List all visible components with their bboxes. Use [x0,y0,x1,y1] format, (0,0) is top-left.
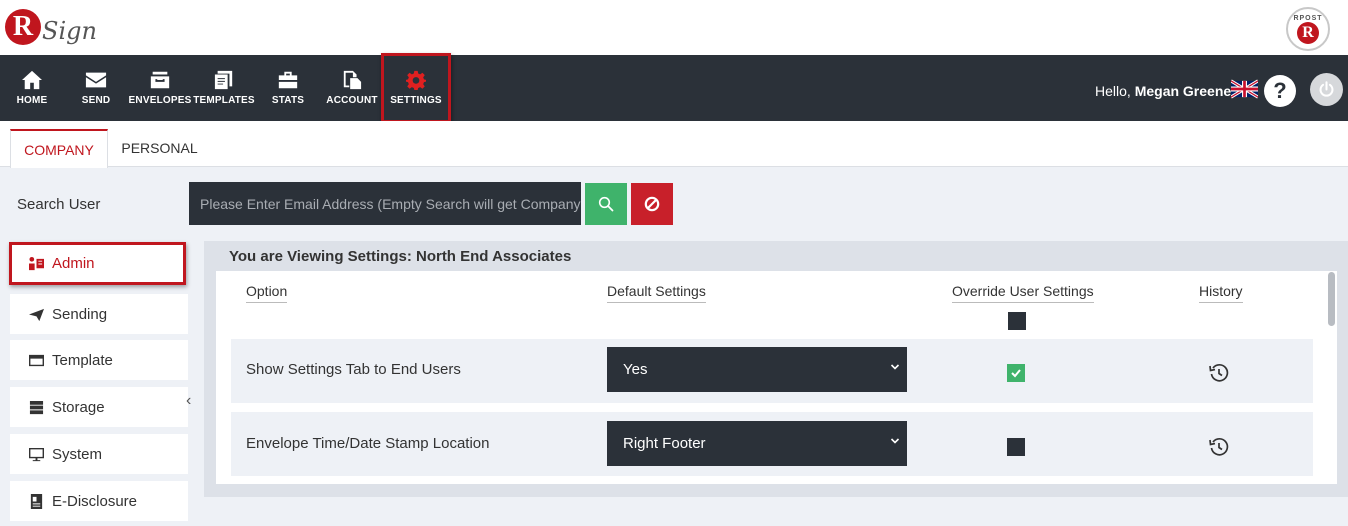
user-greeting: Hello, Megan Greene [1095,83,1231,99]
uk-flag-icon[interactable] [1231,79,1258,99]
sidebar-item-label: Storage [52,398,105,416]
envelope-icon [85,72,107,88]
nav-home[interactable]: HOME [15,55,49,121]
nav-account-label: ACCOUNT [326,95,378,106]
history-icon[interactable] [1208,362,1230,384]
gear-icon [406,70,426,90]
nav-account[interactable]: ACCOUNT [326,55,378,121]
logo-letter: R [5,9,41,45]
help-icon[interactable]: ? [1264,75,1296,107]
templates-icon [214,70,233,90]
column-header-history: History [1199,283,1243,303]
inbox-icon [150,71,170,89]
sidebar-item-template[interactable]: Template [10,340,188,380]
panel-title: You are Viewing Settings: North End Asso… [229,248,572,265]
sidebar-item-label: E-Disclosure [52,492,138,510]
briefcase-icon [278,71,298,89]
monitor-icon [29,447,44,461]
vertical-scrollbar[interactable] [1328,272,1335,326]
search-email-input[interactable]: Please Enter Email Address (Empty Search… [189,182,581,225]
nav-send-label: SEND [81,95,111,106]
override-checkbox-unchecked[interactable] [1007,438,1025,456]
admin-icon [29,256,44,271]
default-setting-select[interactable]: Yes [607,347,907,392]
sidebar-item-e-disclosure[interactable]: E-Disclosure [10,481,188,521]
nav-settings[interactable]: SETTINGS [390,55,442,121]
column-header-option: Option [246,283,288,303]
paper-plane-icon [29,308,44,321]
row-option-label: Show Settings Tab to End Users [246,361,461,378]
checkmark-icon [1011,369,1021,378]
tab-company[interactable]: COMPANY [10,129,108,168]
rsign-logo[interactable]: R Sign [5,6,97,48]
sidebar-item-admin[interactable]: Admin [9,242,186,285]
sidebar-item-sending[interactable]: Sending [10,294,188,334]
logo-bar: R Sign RPOST R [0,0,1348,55]
default-setting-select[interactable]: Right Footer [607,421,907,466]
home-icon [22,70,42,90]
column-header-default: Default Settings [607,283,706,303]
sidebar-item-label: Sending [52,305,108,323]
power-glyph-icon [1319,81,1334,97]
sidebar-item-label: Admin [52,255,95,272]
search-icon [598,196,614,212]
server-icon [29,400,44,414]
nav-templates-label: TEMPLATES [193,95,255,106]
nav-settings-label: SETTINGS [390,95,442,106]
select-value: Right Footer [623,435,706,452]
sidebar-item-system[interactable]: System [10,434,188,474]
nav-stats-label: STATS [271,95,305,106]
chevron-down-icon [890,438,900,444]
tab-personal[interactable]: PERSONAL [112,129,207,167]
badge-text: RPOST [1293,14,1323,22]
rpost-badge-logo: RPOST R [1286,7,1330,51]
table-row: Show Settings Tab to End Users Yes [231,339,1313,403]
clear-search-button[interactable] [631,183,673,225]
greeting-prefix: Hello, [1095,83,1131,99]
logo-text: Sign [42,17,97,45]
badge-letter: R [1297,21,1319,44]
chevron-down-icon [890,364,900,370]
nav-send[interactable]: SEND [81,55,111,121]
window-icon [29,354,44,366]
override-all-checkbox[interactable] [1008,312,1026,330]
search-button[interactable] [585,183,627,225]
history-icon[interactable] [1208,436,1230,458]
nav-stats[interactable]: STATS [271,55,305,121]
override-checkbox-checked[interactable] [1007,364,1025,382]
sidebar-item-label: Template [52,351,113,369]
ban-icon [644,196,660,212]
document-icon [30,493,43,509]
column-header-override: Override User Settings [952,283,1094,303]
nav-home-label: HOME [16,95,48,106]
table-row: Envelope Time/Date Stamp Location Right … [231,412,1313,476]
power-icon[interactable] [1310,73,1343,106]
nav-envelopes[interactable]: ENVELOPES [128,55,192,121]
select-value: Yes [623,361,648,378]
row-option-label: Envelope Time/Date Stamp Location [246,435,490,452]
sidebar-item-storage[interactable]: Storage [10,387,188,427]
account-icon [343,70,362,90]
user-name: Megan Greene [1134,83,1232,99]
nav-envelopes-label: ENVELOPES [128,95,192,106]
collapse-sidebar-chevron-icon[interactable]: ‹ [186,392,191,410]
search-user-label: Search User [17,196,101,213]
sidebar-item-label: System [52,445,103,463]
settings-tabs: COMPANY PERSONAL [0,121,1348,168]
nav-templates[interactable]: TEMPLATES [193,55,255,121]
